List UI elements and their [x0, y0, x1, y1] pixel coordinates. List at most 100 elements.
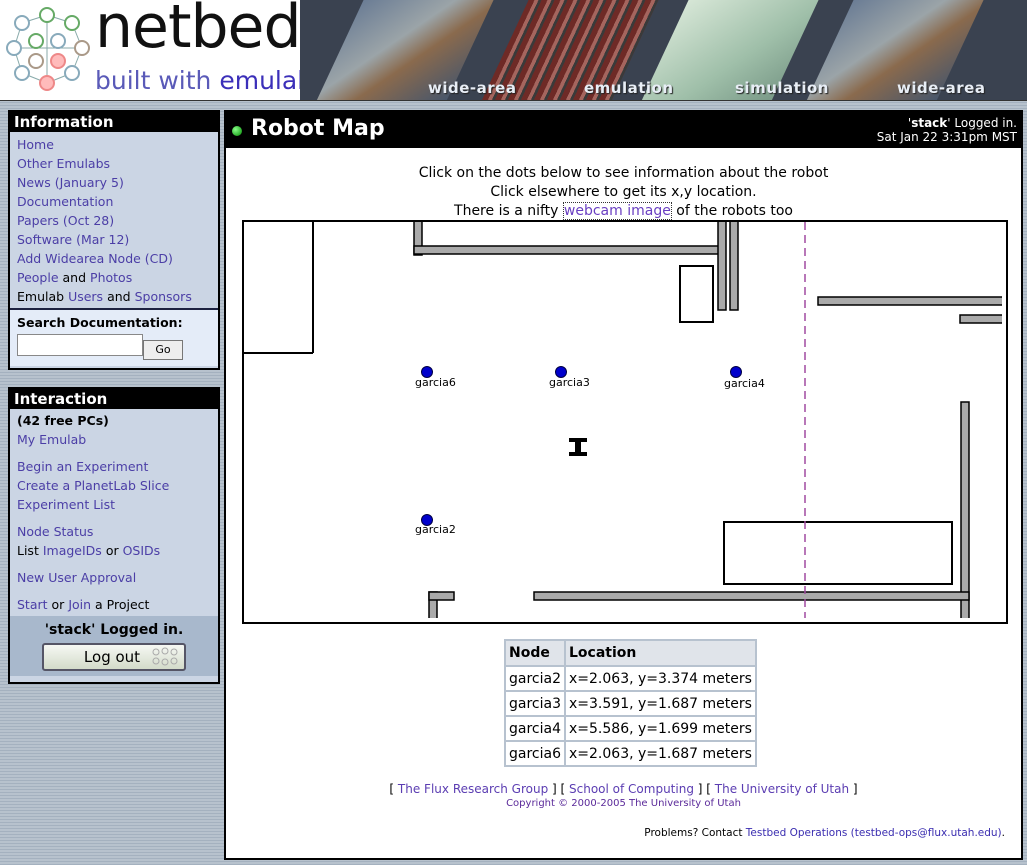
flux-group-link[interactable]: The Flux Research Group: [398, 782, 548, 796]
copyright: Copyright © 2000-2005 The University of …: [506, 798, 741, 809]
table-large: [723, 521, 953, 585]
users-link[interactable]: Users: [68, 289, 103, 304]
webcam-image-link[interactable]: webcam image: [562, 202, 672, 220]
documentation-link[interactable]: Documentation: [17, 194, 113, 209]
datetime: Sat Jan 22 3:31pm MST: [876, 130, 1017, 144]
or-text-2: or: [51, 597, 65, 612]
interaction-title: Interaction: [10, 389, 218, 409]
imageids-link[interactable]: ImageIDs: [43, 543, 102, 558]
cabinet-small: [679, 265, 714, 323]
node-cell: garcia4: [504, 715, 566, 742]
caption-emulation: emulation: [584, 79, 674, 97]
footer-links: [ The Flux Research Group ] [ School of …: [389, 782, 858, 796]
interaction-menu: (42 free PCs) My Emulab Begin an Experim…: [10, 409, 218, 616]
username: stack: [911, 116, 948, 130]
main-content: Robot Map 'stack' Logged in. Sat Jan 22 …: [224, 110, 1023, 860]
problems-contact: Problems? Contact Testbed Operations (te…: [644, 827, 1005, 839]
wall-top-bar: [413, 245, 725, 255]
new-user-approval-link[interactable]: New User Approval: [17, 570, 136, 585]
or-text: or: [105, 543, 119, 558]
information-title: Information: [10, 112, 218, 132]
search-label: Search Documentation:: [17, 315, 183, 330]
emulab-text: Emulab: [17, 289, 65, 304]
table-row: garcia3 x=3.591, y=1.687 meters: [504, 690, 757, 717]
location-cell: x=3.591, y=1.687 meters: [564, 690, 757, 717]
netbed-logo-icon: [6, 7, 90, 91]
i-beam-icon: [569, 438, 587, 456]
search-documentation-area: Search Documentation: Go: [10, 308, 218, 366]
planetlab-slice-link[interactable]: Create a PlanetLab Slice: [17, 478, 169, 493]
people-link[interactable]: People: [17, 270, 59, 285]
add-widearea-node-link[interactable]: Add Widearea Node (CD): [17, 251, 173, 266]
start-join-row: Start or Join a Project: [17, 595, 211, 614]
node-status-link[interactable]: Node Status: [17, 524, 93, 539]
location-cell: x=2.063, y=1.687 meters: [564, 740, 757, 767]
and-text-2: and: [107, 289, 131, 304]
problems-suffix: .: [1001, 827, 1005, 839]
instruction-line-1: Click on the dots below to see informati…: [418, 165, 829, 181]
wall-right-vertical: [960, 401, 970, 618]
start-project-link[interactable]: Start: [17, 597, 48, 612]
node-cell: garcia6: [504, 740, 566, 767]
sponsors-link[interactable]: Sponsors: [135, 289, 192, 304]
banner-divider: [0, 100, 1027, 101]
column-header-location: Location: [564, 639, 757, 667]
logged-in-area: 'stack' Logged in. Log out: [10, 616, 218, 676]
logout-button[interactable]: Log out: [42, 643, 186, 671]
logo-subtitle: built with emulab: [95, 66, 313, 95]
logo-subtitle-brand: emulab: [219, 66, 314, 95]
photos-link[interactable]: Photos: [90, 270, 132, 285]
site-banner: netbed built with emulab wide-area emula…: [0, 0, 1027, 101]
logo-text: netbed: [95, 0, 302, 62]
and-text: and: [62, 270, 87, 285]
other-emulabs-link[interactable]: Other Emulabs: [17, 156, 110, 171]
floor-plan: [244, 222, 1002, 618]
experiment-list-link[interactable]: Experiment List: [17, 497, 115, 512]
location-table: Node Location garcia2 x=2.063, y=3.374 me…: [504, 639, 757, 767]
instruction-line-2: Click elsewhere to get its x,y location.: [490, 184, 757, 200]
instruction-line-3: There is a nifty webcam image of the rob…: [226, 202, 1021, 221]
search-input[interactable]: [17, 334, 143, 356]
page-title: Robot Map: [251, 116, 385, 141]
begin-experiment-link[interactable]: Begin an Experiment: [17, 459, 148, 474]
caption-wide-area-1: wide-area: [428, 79, 517, 97]
my-emulab-link[interactable]: My Emulab: [17, 432, 86, 447]
testbed-ops-link[interactable]: Testbed Operations (testbed-ops@flux.uta…: [746, 827, 1002, 839]
a-project-text: a Project: [95, 597, 150, 612]
wall-right-upper-2: [959, 314, 1002, 324]
wall-bottom-long: [533, 591, 970, 601]
robot-label-garcia3: garcia3: [549, 376, 590, 389]
university-of-utah-link[interactable]: The University of Utah: [715, 782, 849, 796]
list-text: List: [17, 543, 39, 558]
login-info: 'stack' Logged in. Sat Jan 22 3:31pm MST: [876, 116, 1017, 144]
node-cell: garcia2: [504, 665, 566, 692]
status-indicator-icon: [232, 126, 242, 136]
users-sponsors-row: Emulab Users and Sponsors: [17, 287, 211, 306]
school-of-computing-link[interactable]: School of Computing: [569, 782, 694, 796]
osids-link[interactable]: OSIDs: [123, 543, 161, 558]
home-link[interactable]: Home: [17, 137, 54, 152]
location-cell: x=5.586, y=1.699 meters: [564, 715, 757, 742]
logged-in-text: 'stack' Logged in.: [44, 622, 184, 638]
robot-label-garcia2: garcia2: [415, 523, 456, 536]
wall-right-upper: [817, 296, 1002, 306]
table-row: garcia4 x=5.586, y=1.699 meters: [504, 715, 757, 742]
news-link[interactable]: News (January 5): [17, 175, 124, 190]
instruction-suffix: of the robots too: [671, 203, 793, 219]
information-menu: Home Other Emulabs News (January 5) Docu…: [10, 132, 218, 308]
banner-image-strip: wide-area emulation simulation wide-area: [300, 0, 1027, 101]
information-box: Information Home Other Emulabs News (Jan…: [8, 110, 220, 370]
join-project-link[interactable]: Join: [68, 597, 91, 612]
papers-link[interactable]: Papers (Oct 28): [17, 213, 114, 228]
interaction-box: Interaction (42 free PCs) My Emulab Begi…: [8, 387, 220, 684]
caption-simulation: simulation: [735, 79, 829, 97]
problems-prefix: Problems? Contact: [644, 827, 746, 839]
table-row: garcia6 x=2.063, y=1.687 meters: [504, 740, 757, 767]
wall-bottom-left-top: [428, 591, 455, 601]
go-button[interactable]: Go: [143, 340, 183, 360]
table-header-row: Node Location: [504, 639, 757, 667]
robot-map[interactable]: garcia6 garcia3 garcia4 garcia2: [242, 220, 1008, 624]
table-row: garcia2 x=2.063, y=3.374 meters: [504, 665, 757, 692]
wall-top-right-vertical: [717, 222, 727, 311]
software-link[interactable]: Software (Mar 12): [17, 232, 129, 247]
